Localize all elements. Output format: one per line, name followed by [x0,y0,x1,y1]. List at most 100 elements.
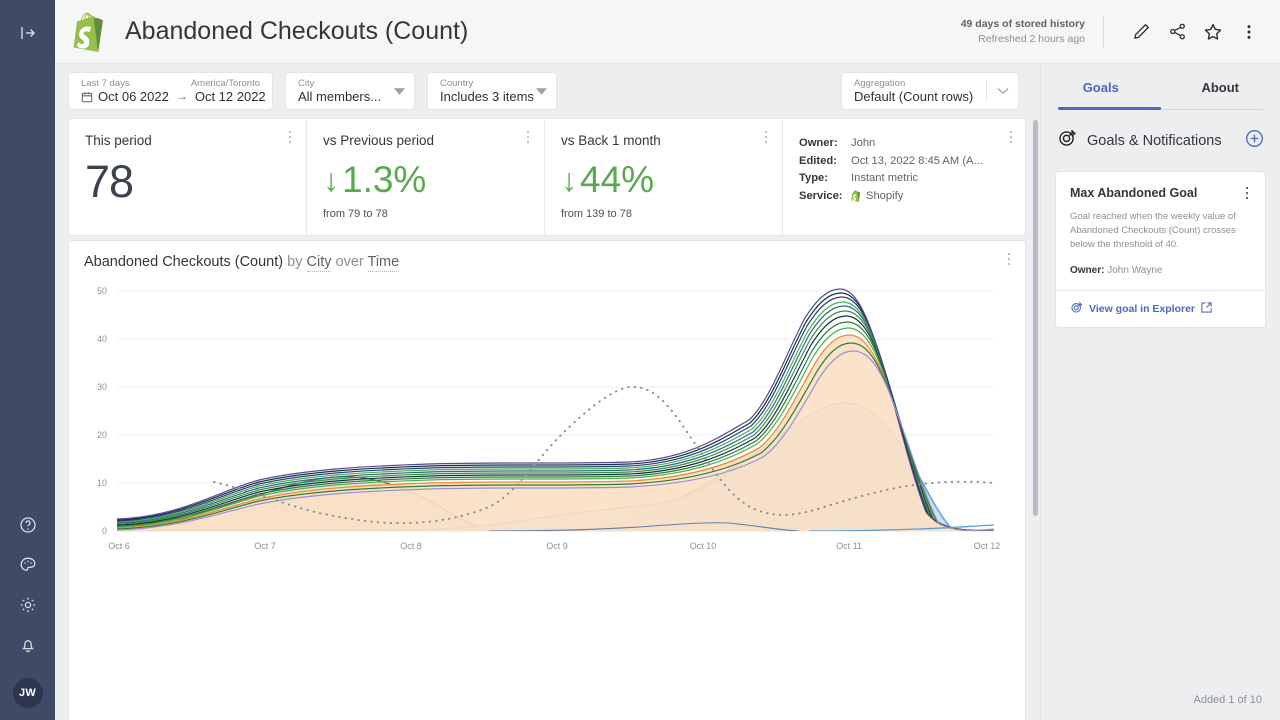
chart-title-by: by [287,254,302,270]
stored-history-text: 49 days of stored history [961,17,1085,31]
app-header: Abandoned Checkouts (Count) 49 days of s… [55,0,1280,64]
goals-section-title: Goals & Notifications [1087,133,1235,149]
plus-circle-icon[interactable] [1245,129,1264,153]
timeseries-chart-card: Abandoned Checkouts (Count) by City over… [68,240,1026,720]
city-filter[interactable]: City All members... [285,72,415,110]
kpi-delta-value: 1.3% [342,154,426,206]
date-end: Oct 12 2022 [195,89,266,104]
meta-key: Edited: [799,153,851,171]
goal-owner-key: Owner: [1070,265,1104,276]
rail-bottom-group: JW [0,512,55,708]
chart-title-dimension[interactable]: City [307,254,332,272]
shopify-logo [73,12,109,52]
kpi-menu-icon[interactable] [520,128,536,146]
date-arrow-icon: → [174,89,190,104]
added-count-text: Added 1 of 10 [1193,694,1262,706]
aggregation-divider [986,80,987,102]
svg-text:Oct 8: Oct 8 [400,541,422,551]
tab-goals[interactable]: Goals [1041,64,1161,110]
chart-menu-icon[interactable] [1001,250,1017,268]
chevron-down-icon[interactable] [536,82,547,100]
kpi-vs-back-1-month: vs Back 1 month ↓ 44% from 139 to 78 [545,119,783,237]
down-arrow-icon: ↓ [323,154,339,206]
edit-pencil-icon[interactable] [1124,15,1158,49]
kpi-title: This period [85,133,290,148]
city-filter-label: City [298,78,402,89]
svg-text:Oct 7: Oct 7 [254,541,276,551]
goal-menu-icon[interactable] [1239,184,1255,202]
calendar-icon [81,91,93,103]
meta-value: Instant metric [851,170,918,188]
star-icon[interactable] [1196,15,1230,49]
help-icon[interactable] [15,512,41,538]
aggregation-filter[interactable]: Aggregation Default (Count rows) [841,72,1019,110]
dashboard-canvas: This period 78 vs Previous period ↓ 1.3%… [55,118,1040,720]
chart-title-metric: Abandoned Checkouts (Count) [84,254,283,270]
metric-metadata: Owner: John Edited: Oct 13, 2022 8:45 AM… [783,119,1027,237]
svg-text:0: 0 [102,526,107,536]
meta-key: Service: [799,188,851,206]
kpi-menu-icon[interactable] [758,128,774,146]
goal-owner-value: John Wayne [1107,265,1162,276]
meta-row: Owner: John [799,135,1011,153]
meta-value: Oct 13, 2022 8:45 AM (A... [851,153,983,171]
stored-history-info: 49 days of stored history Refreshed 2 ho… [961,17,1085,45]
kpi-subtext: from 79 to 78 [323,208,528,220]
right-panel: Goals About Goals & Notifications Max Ab… [1040,64,1280,720]
avatar[interactable]: JW [13,678,43,708]
page-title: Abandoned Checkouts (Count) [125,17,468,46]
palette-icon[interactable] [15,552,41,578]
svg-text:Oct 6: Oct 6 [108,541,130,551]
kpi-menu-icon[interactable] [282,128,298,146]
bell-icon[interactable] [15,632,41,658]
refreshed-text: Refreshed 2 hours ago [961,32,1085,46]
view-goal-in-explorer-link[interactable]: View goal in Explorer [1056,290,1265,327]
down-arrow-icon: ↓ [561,154,577,206]
target-icon [1057,128,1077,153]
meta-row: Service: Shopify [799,188,1011,206]
kpi-row: This period 78 vs Previous period ↓ 1.3%… [68,118,1026,236]
aggregation-label: Aggregation [854,78,1006,89]
chart-title-time[interactable]: Time [368,254,400,272]
right-panel-tabs: Goals About [1041,64,1280,110]
tab-about[interactable]: About [1161,64,1280,110]
meta-value-service: Shopify [851,188,903,206]
goal-title: Max Abandoned Goal [1070,186,1251,200]
date-start: Oct 06 2022 [98,89,169,104]
goal-card-body: Max Abandoned Goal Goal reached when the… [1056,172,1265,290]
chart-svg: 50 40 30 20 10 0 [69,283,1027,553]
goal-card: Max Abandoned Goal Goal reached when the… [1055,171,1266,328]
meta-key: Type: [799,170,851,188]
more-vertical-icon[interactable] [1232,15,1266,49]
canvas-scrollbar[interactable] [1033,120,1038,516]
meta-key: Owner: [799,135,851,153]
kpi-title: vs Back 1 month [561,133,766,148]
header-actions: 49 days of stored history Refreshed 2 ho… [961,15,1280,49]
date-range-filter[interactable]: Last 7 days America/Toronto Oct 06 2022 … [68,72,273,110]
metadata-menu-icon[interactable] [1003,128,1019,146]
chevron-down-icon[interactable] [394,82,405,100]
svg-text:Oct 9: Oct 9 [546,541,568,551]
country-filter-label: Country [440,78,544,89]
goal-owner-row: Owner: John Wayne [1070,265,1251,276]
expand-panel-icon[interactable] [15,20,41,46]
share-icon[interactable] [1160,15,1194,49]
kpi-subtext: from 139 to 78 [561,208,766,220]
country-filter[interactable]: Country Includes 3 items [427,72,557,110]
kpi-delta: ↓ 1.3% [323,154,528,206]
chart-plot-area[interactable]: 50 40 30 20 10 0 [69,283,1027,720]
target-icon [1070,301,1083,317]
kpi-value: 78 [85,152,290,212]
meta-row: Edited: Oct 13, 2022 8:45 AM (A... [799,153,1011,171]
chevron-down-icon[interactable] [997,82,1009,100]
shopify-logo [851,190,862,202]
tab-active-indicator [1058,107,1161,110]
gear-icon[interactable] [15,592,41,618]
svg-text:Oct 11: Oct 11 [836,541,862,551]
svg-text:20: 20 [97,430,107,440]
kpi-delta: ↓ 44% [561,154,766,206]
kpi-delta-value: 44% [580,154,654,206]
date-range-label: Last 7 days [81,78,130,89]
svg-text:50: 50 [97,286,107,296]
view-goal-link-label: View goal in Explorer [1089,303,1195,315]
